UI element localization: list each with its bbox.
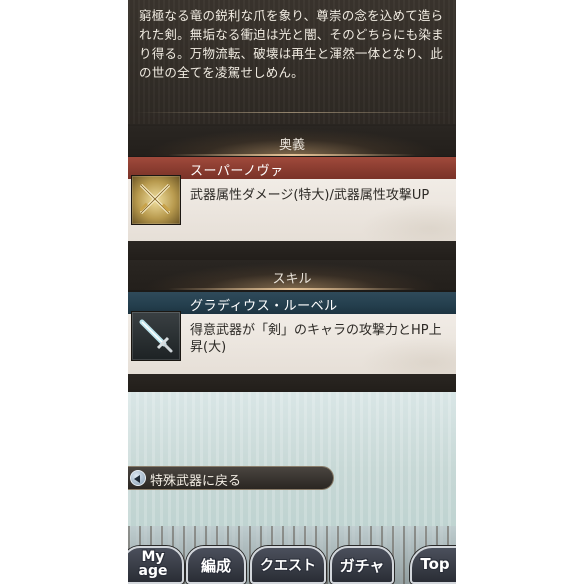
divider [134,112,450,113]
arrow-left-icon [130,470,146,486]
skill-section-header: スキル [128,260,456,290]
ougi-section-header: 奥義 [128,126,456,156]
section-glow [168,154,416,156]
ougi-card: スーパーノヴァ 武器属性ダメージ(特大)/武器属性攻撃UP [128,157,456,241]
sword-icon [131,311,181,361]
skill-effect: 得意武器が「剣」のキャラの攻撃力とHP上昇(大) [190,323,442,355]
skill-section-title: スキル [272,272,312,287]
section-glow [168,288,416,290]
nav-top-label: Top [420,555,450,573]
crossed-swords-icon [131,175,181,225]
nav-gacha-label: ガチャ [339,557,385,575]
divider [128,241,456,261]
ougi-name: スーパーノヴァ [190,164,284,179]
nav-formation-button[interactable]: 編成 [186,546,246,584]
skill-name: グラディウス・ルーベル [190,299,338,314]
skill-card: グラディウス・ルーベル 得意武器が「剣」のキャラの攻撃力とHP上昇(大) [128,292,456,374]
nav-top-button[interactable]: Top [410,546,456,584]
back-button-label: 特殊武器に戻る [150,474,242,489]
nav-quest-button[interactable]: クエスト [250,546,326,584]
weapon-description-text: 窮極なる竜の鋭利な爪を象り、尊崇の念を込めて造られた剣。無垢なる衝迫は光と闇、そ… [139,8,444,80]
nav-gacha-button[interactable]: ガチャ [330,546,394,584]
nav-quest-label: クエスト [260,558,316,574]
back-to-special-weapons-button[interactable]: 特殊武器に戻る [128,466,334,490]
divider [128,374,456,392]
bottom-navigation: My age 編成 クエスト ガチャ Top [128,520,456,584]
nav-mypage-button[interactable]: My age [128,546,184,584]
ougi-effect: 武器属性ダメージ(特大)/武器属性攻撃UP [190,188,430,203]
app-viewport: 窮極なる竜の鋭利な爪を象り、尊崇の念を込めて造られた剣。無垢なる衝迫は光と闇、そ… [128,0,456,584]
ougi-section-title: 奥義 [278,138,305,153]
nav-formation-label: 編成 [200,557,231,575]
weapon-description-panel: 窮極なる竜の鋭利な爪を象り、尊崇の念を込めて造られた剣。無垢なる衝迫は光と闇、そ… [128,0,456,124]
nav-mypage-label: My age [138,549,168,579]
